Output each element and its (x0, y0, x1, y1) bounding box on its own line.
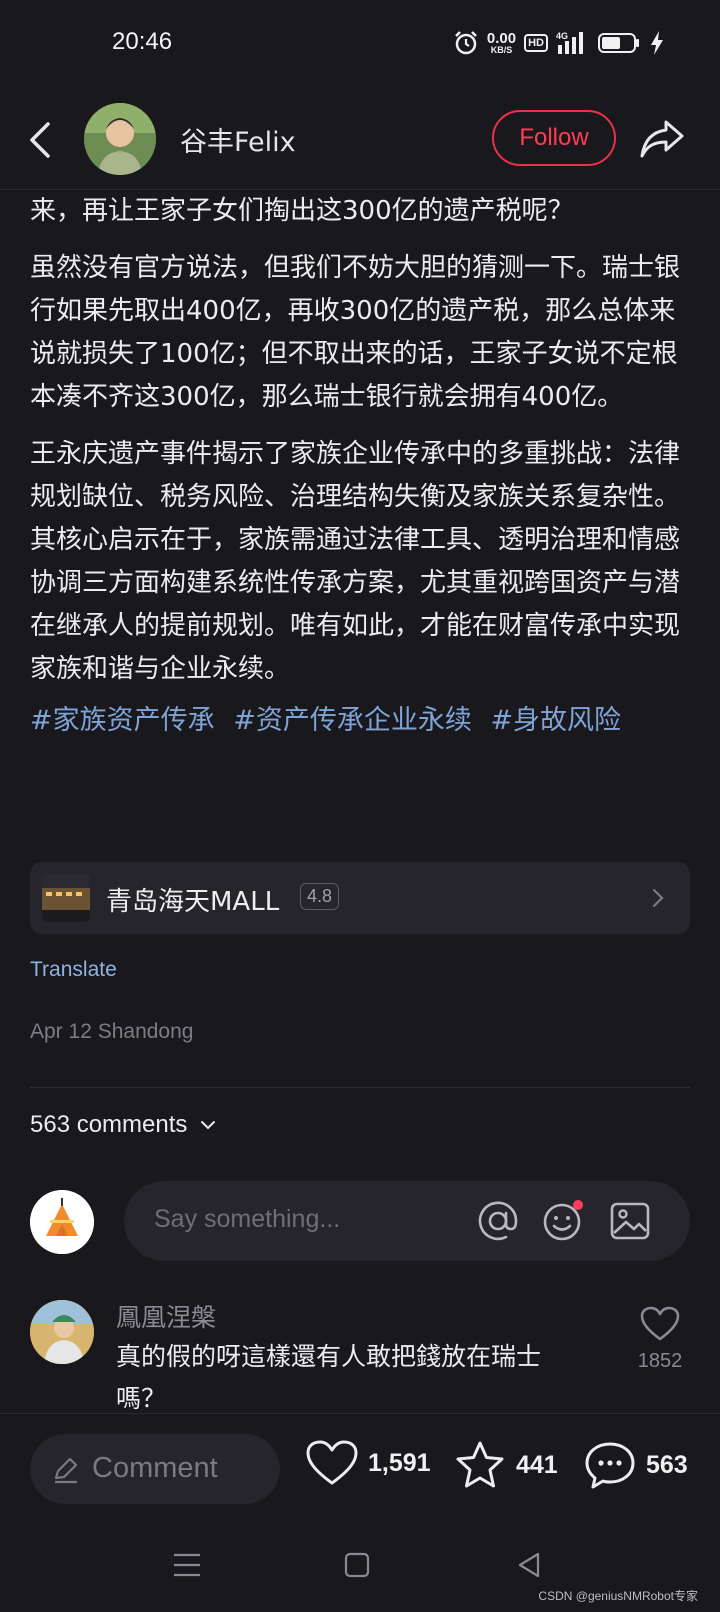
like-button[interactable]: 1,591 (306, 1440, 431, 1486)
location-card[interactable]: 青岛海天MALL 4.8 (30, 862, 690, 934)
hashtag[interactable]: #身故风险 (490, 705, 621, 736)
post-header: 谷丰Felix Follow (0, 90, 720, 190)
net-speed-value: 0.00 (486, 30, 517, 47)
comment-item: 鳳凰涅槃 真的假的呀這樣還有人敢把錢放在瑞士嗎？ 1852 (30, 1298, 690, 1418)
image-icon[interactable] (608, 1199, 652, 1243)
my-avatar (30, 1190, 94, 1254)
comment-count: 563 (646, 1450, 688, 1479)
back-arrow-icon[interactable] (22, 116, 62, 164)
back-icon[interactable] (512, 1548, 546, 1582)
like-count: 1,591 (368, 1448, 431, 1477)
hashtag[interactable]: #家族资产传承 (30, 705, 215, 736)
chevron-down-icon (201, 1121, 216, 1130)
star-icon (456, 1441, 504, 1488)
hd-badge: HD (524, 34, 548, 52)
comment-like-button[interactable]: 1852 (630, 1306, 690, 1373)
status-icons: 0.00 KB/S HD 4G (453, 30, 664, 56)
status-time: 20:46 (112, 28, 173, 55)
share-icon[interactable] (638, 114, 686, 162)
follow-button[interactable]: Follow (492, 110, 616, 166)
net-speed-unit: KB/S (490, 45, 513, 55)
location-rating: 4.8 (300, 883, 340, 910)
heart-icon (306, 1440, 358, 1485)
comment-text: 真的假的呀這樣還有人敢把錢放在瑞士嗎？ (116, 1342, 542, 1413)
favorite-count: 441 (516, 1450, 558, 1479)
article-paragraph: 虽然没有官方说法，但我们不妨大胆的猜测一下。瑞士银行如果先取出400亿，再收30… (30, 253, 681, 412)
comments-button[interactable]: 563 (584, 1440, 688, 1490)
chevron-right-icon (652, 888, 664, 908)
comment-button[interactable]: Comment (30, 1434, 280, 1504)
author-avatar[interactable] (84, 103, 156, 175)
charging-icon (651, 31, 663, 55)
watermark: CSDN @geniusNMRobot专家 (538, 1589, 698, 1603)
pencil-icon (54, 1457, 78, 1484)
post-date-location: Apr 12 Shandong (30, 1020, 194, 1043)
svg-text:4G: 4G (556, 31, 568, 41)
status-bar: 20:46 0.00 KB/S HD 4G (0, 0, 720, 90)
chat-bubble-icon (585, 1442, 635, 1489)
comment-button-label: Comment (92, 1452, 218, 1484)
menu-icon[interactable] (170, 1548, 204, 1582)
location-name: 青岛海天MALL (106, 887, 280, 917)
comment-input[interactable]: Say something... (124, 1181, 690, 1261)
comment-like-count: 1852 (637, 1350, 683, 1372)
commenter-name[interactable]: 鳳凰涅槃 (116, 1298, 216, 1334)
article-paragraph: 王永庆遗产事件揭示了家族企业传承中的多重挑战：法律规划缺位、税务风险、治理结构失… (30, 439, 681, 684)
hashtag-list: #家族资产传承 #资产传承企业永续 #身故风险 (30, 699, 690, 743)
alarm-icon (455, 31, 477, 55)
author-name[interactable]: 谷丰Felix (180, 120, 296, 159)
signal-icon: 4G (556, 31, 583, 54)
bottom-action-bar: Comment 1,591 441 563 (0, 1413, 720, 1518)
article-body: 来，再让王家子女们掏出这300亿的遗产税呢？ 虽然没有官方说法，但我们不妨大胆的… (30, 190, 690, 743)
hashtag[interactable]: #资产传承企业永续 (233, 705, 472, 736)
emoji-icon[interactable] (540, 1199, 584, 1243)
battery-icon (598, 33, 639, 53)
translate-link[interactable]: Translate (30, 958, 117, 982)
favorite-button[interactable]: 441 (454, 1440, 558, 1490)
system-nav-bar: CSDN @geniusNMRobot专家 (0, 1518, 720, 1612)
home-icon[interactable] (340, 1548, 374, 1582)
at-icon[interactable] (476, 1199, 520, 1243)
location-thumbnail (42, 874, 90, 922)
divider (30, 1087, 690, 1088)
comments-sort-toggle[interactable]: 563 comments (30, 1111, 217, 1139)
commenter-avatar[interactable] (30, 1300, 94, 1364)
article-paragraph: 来，再让王家子女们掏出这300亿的遗产税呢？ (30, 196, 574, 226)
net-speed: 0.00 KB/S (487, 31, 516, 55)
comment-input-placeholder: Say something... (154, 1205, 341, 1233)
comments-count: 563 comments (30, 1111, 188, 1138)
heart-icon (640, 1306, 680, 1341)
